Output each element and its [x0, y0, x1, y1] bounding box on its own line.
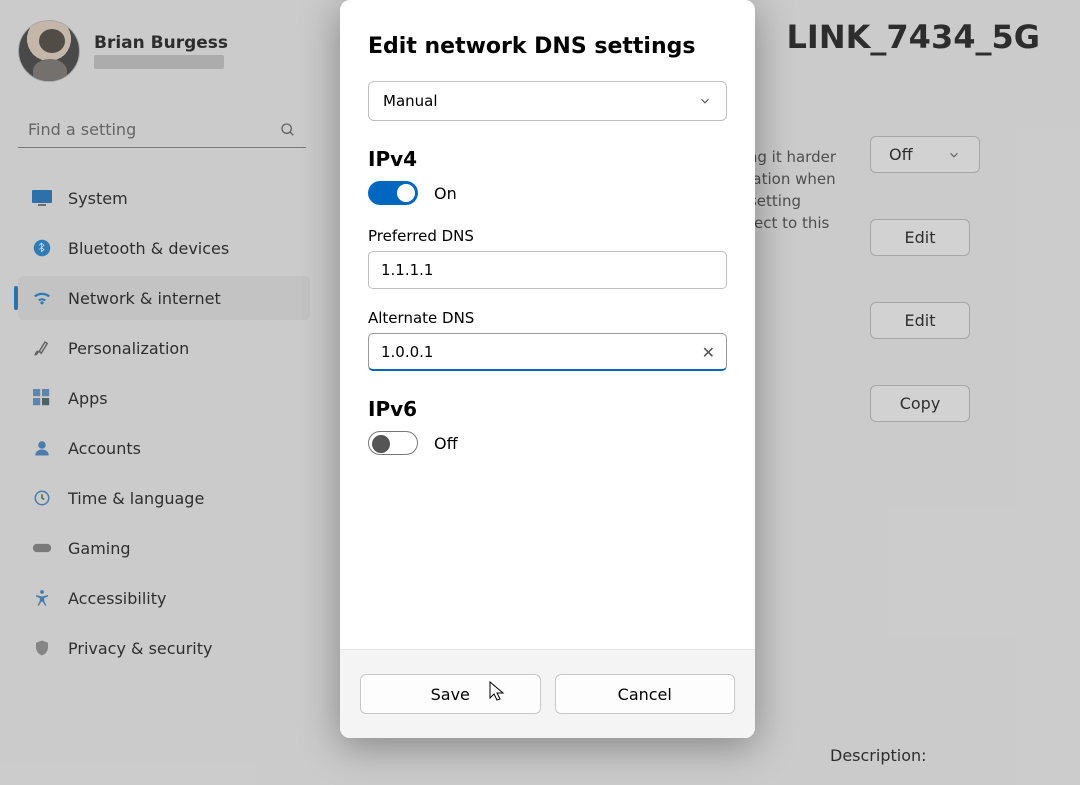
sidebar-item-time-language[interactable]: Time & language [18, 476, 310, 520]
apps-icon [32, 388, 52, 408]
ipv4-toggle-state: On [434, 184, 457, 203]
user-email-redacted [94, 55, 224, 69]
wifi-icon [32, 288, 52, 308]
clock-icon [32, 488, 52, 508]
accessibility-icon [32, 588, 52, 608]
sidebar-item-network[interactable]: Network & internet [18, 276, 310, 320]
sidebar-item-accounts[interactable]: Accounts [18, 426, 310, 470]
dns-edit-button[interactable]: Edit [870, 219, 970, 256]
sidebar-item-personalization[interactable]: Personalization [18, 326, 310, 370]
ipv6-heading: IPv6 [368, 397, 727, 421]
shield-icon [32, 638, 52, 658]
clear-input-icon[interactable]: ✕ [702, 343, 715, 362]
person-icon [32, 438, 52, 458]
dns-mode-value: Manual [383, 92, 438, 110]
system-icon [32, 188, 52, 208]
sidebar-item-accessibility[interactable]: Accessibility [18, 576, 310, 620]
network-profile-off-dropdown[interactable]: Off [870, 136, 980, 173]
description-label: Description: [830, 746, 927, 765]
sidebar-item-label: Privacy & security [68, 639, 212, 658]
sidebar-item-label: Accounts [68, 439, 141, 458]
page-title-network: LINK_7434_5G [787, 18, 1040, 56]
edit-label: Edit [905, 311, 936, 330]
alternate-dns-input[interactable] [368, 333, 727, 371]
sidebar-item-label: Gaming [68, 539, 131, 558]
ipv6-toggle[interactable] [368, 431, 418, 455]
brush-icon [32, 338, 52, 358]
sidebar-item-label: Apps [68, 389, 108, 408]
profile-block[interactable]: Brian Burgess [18, 20, 310, 82]
copy-label: Copy [900, 394, 941, 413]
sidebar-item-apps[interactable]: Apps [18, 376, 310, 420]
dns-mode-select[interactable]: Manual [368, 81, 727, 121]
save-button[interactable]: Save [360, 674, 541, 714]
sidebar-item-system[interactable]: System [18, 176, 310, 220]
sidebar-item-label: Personalization [68, 339, 189, 358]
sidebar-item-label: Network & internet [68, 289, 221, 308]
sidebar-item-label: System [68, 189, 128, 208]
off-label: Off [889, 145, 913, 164]
cancel-button[interactable]: Cancel [555, 674, 736, 714]
search-input[interactable]: Find a setting [18, 112, 306, 148]
search-icon [280, 122, 296, 138]
sidebar-item-label: Accessibility [68, 589, 166, 608]
sidebar-item-label: Time & language [68, 489, 204, 508]
sidebar-item-label: Bluetooth & devices [68, 239, 229, 258]
user-name: Brian Burgess [94, 33, 228, 53]
gaming-icon [32, 538, 52, 558]
search-placeholder: Find a setting [28, 120, 136, 139]
chevron-down-icon [947, 148, 961, 162]
sidebar-item-bluetooth[interactable]: Bluetooth & devices [18, 226, 310, 270]
avatar [18, 20, 80, 82]
bluetooth-icon [32, 238, 52, 258]
ipv4-toggle[interactable] [368, 181, 418, 205]
alternate-dns-label: Alternate DNS [368, 309, 727, 327]
preferred-dns-input[interactable] [368, 251, 727, 289]
copy-button[interactable]: Copy [870, 385, 970, 422]
chevron-down-icon [698, 94, 712, 108]
ipv6-toggle-state: Off [434, 434, 458, 453]
edit-label: Edit [905, 228, 936, 247]
preferred-dns-label: Preferred DNS [368, 227, 727, 245]
ip-edit-button[interactable]: Edit [870, 302, 970, 339]
sidebar-item-privacy[interactable]: Privacy & security [18, 626, 310, 670]
edit-dns-modal: Edit network DNS settings Manual IPv4 On… [340, 0, 755, 738]
modal-title: Edit network DNS settings [368, 34, 727, 59]
ipv4-heading: IPv4 [368, 147, 727, 171]
sidebar: Brian Burgess Find a setting System Blue… [0, 0, 320, 785]
sidebar-item-gaming[interactable]: Gaming [18, 526, 310, 570]
